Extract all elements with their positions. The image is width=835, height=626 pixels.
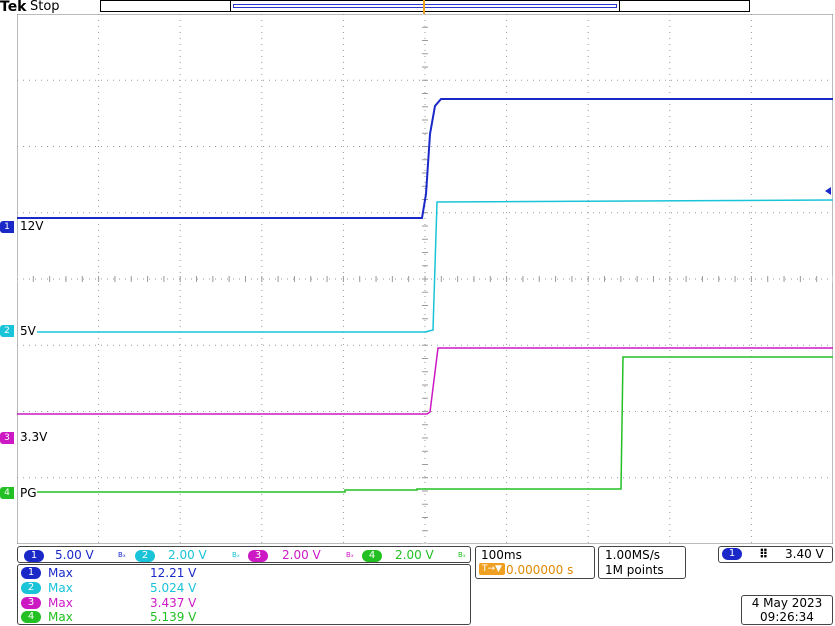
ch1-pill: 1	[24, 549, 44, 562]
acquisition-state: Stop	[30, 0, 60, 14]
ch1-label: 12V	[20, 219, 44, 233]
ch2-ground-marker[interactable]: 2	[0, 325, 14, 337]
trigger-readout[interactable]: 1 ⠿ 3.40 V	[718, 546, 833, 563]
record-length: 1M points	[605, 563, 664, 577]
vertical-scale-bar[interactable]: 1 5.00 V Bₓ 2 2.00 V Bₓ 3 2.00 V Bₓ 4 2.…	[17, 546, 471, 563]
sample-rate: 1.00MS/s	[605, 548, 660, 562]
readout-panel: 1 5.00 V Bₓ 2 2.00 V Bₓ 3 2.00 V Bₓ 4 2.…	[0, 545, 835, 626]
trigger-level: 3.40 V	[785, 547, 824, 561]
brand-logo: Tek	[0, 0, 27, 15]
ch3-ground-marker[interactable]: 3	[0, 432, 14, 444]
ch2-bw-icon: Bₓ	[232, 551, 240, 559]
rising-edge-icon: ⠿	[759, 547, 769, 561]
ch3-scale: 2.00 V	[282, 548, 321, 562]
ch1-scale: 5.00 V	[55, 548, 94, 562]
ch1-ground-marker[interactable]: 1	[0, 221, 14, 233]
trigger-source-pill: 1	[722, 548, 742, 560]
status-bar: Tek Stop	[0, 0, 835, 15]
timebase-scale: 100ms	[481, 548, 522, 562]
ch3-pill: 3	[248, 549, 268, 562]
ch4-bw-icon: Bₓ	[458, 551, 466, 559]
time: 09:26:34	[760, 610, 814, 624]
ch2-pill: 2	[135, 549, 155, 562]
measurement-row: 3 Max 3.437 V	[20, 596, 480, 610]
ch3-label: 3.3V	[20, 430, 48, 444]
ch2-label: 5V	[20, 324, 36, 338]
acquisition-readout[interactable]: 1.00MS/s 1M points	[598, 546, 686, 579]
trigger-delay: 0.000000 s	[506, 563, 574, 577]
measurement-row: 4 Max 5.139 V	[20, 610, 480, 624]
timebase-readout[interactable]: 100ms T→▼ 0.000000 s	[475, 546, 595, 579]
ch1-bw-icon: Bₓ	[118, 551, 126, 559]
trigger-delay-icon: T→▼	[479, 563, 505, 575]
date: 4 May 2023	[751, 596, 823, 610]
measurement-row: 1 Max 12.21 V	[20, 566, 480, 580]
ch4-pill: 4	[362, 549, 382, 562]
ch4-scale: 2.00 V	[395, 548, 434, 562]
measurement-panel[interactable]: 1 Max 12.21 V 2 Max 5.024 V 3 Max 3.437 …	[17, 564, 471, 625]
ch4-label: PG	[20, 486, 37, 500]
ch3-bw-icon: Bₓ	[346, 551, 354, 559]
waveform-display[interactable]	[17, 14, 833, 544]
ch4-ground-marker[interactable]: 4	[0, 487, 14, 499]
measurement-row: 2 Max 5.024 V	[20, 581, 480, 595]
datetime-readout: 4 May 2023 09:26:34	[741, 595, 833, 625]
ch2-scale: 2.00 V	[168, 548, 207, 562]
